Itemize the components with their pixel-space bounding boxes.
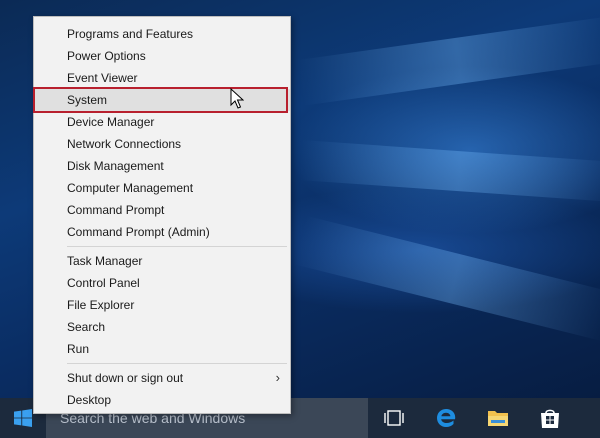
menu-item-disk-management[interactable]: Disk Management — [34, 155, 290, 177]
edge-button[interactable] — [420, 398, 472, 438]
file-explorer-button[interactable] — [472, 398, 524, 438]
menu-item-label: Event Viewer — [67, 71, 138, 85]
menu-separator — [67, 246, 287, 247]
menu-item-computer-management[interactable]: Computer Management — [34, 177, 290, 199]
windows-logo-icon — [14, 409, 32, 427]
menu-item-label: Command Prompt — [67, 203, 165, 217]
menu-item-network-connections[interactable]: Network Connections — [34, 133, 290, 155]
menu-item-label: Computer Management — [67, 181, 194, 195]
menu-item-label: Control Panel — [67, 276, 140, 290]
menu-item-device-manager[interactable]: Device Manager — [34, 111, 290, 133]
store-button[interactable] — [524, 398, 576, 438]
menu-item-power-options[interactable]: Power Options — [34, 45, 290, 67]
menu-item-command-prompt-admin[interactable]: Command Prompt (Admin) — [34, 221, 290, 243]
menu-item-search[interactable]: Search — [34, 316, 290, 338]
file-explorer-icon — [488, 411, 508, 426]
power-user-menu: Programs and Features Power Options Event … — [33, 16, 291, 414]
menu-item-label: Run — [67, 342, 90, 356]
menu-item-system[interactable]: System — [34, 89, 290, 111]
light-ray — [296, 15, 600, 106]
menu-item-label: Shut down or sign out — [67, 371, 184, 385]
menu-separator — [67, 363, 287, 364]
menu-item-event-viewer[interactable]: Event Viewer — [34, 67, 290, 89]
menu-item-label: Programs and Features — [67, 27, 194, 41]
menu-item-file-explorer[interactable]: File Explorer — [34, 294, 290, 316]
menu-item-label: Power Options — [67, 49, 146, 63]
task-view-button[interactable] — [368, 398, 420, 438]
menu-item-label: Disk Management — [67, 159, 164, 173]
menu-item-command-prompt[interactable]: Command Prompt — [34, 199, 290, 221]
menu-item-label: Device Manager — [67, 115, 155, 129]
menu-item-label: Network Connections — [67, 137, 182, 151]
menu-item-label: File Explorer — [67, 298, 135, 312]
store-icon — [541, 409, 559, 428]
edge-icon — [437, 409, 456, 427]
menu-item-programs-and-features[interactable]: Programs and Features — [34, 23, 290, 45]
menu-item-control-panel[interactable]: Control Panel — [34, 272, 290, 294]
menu-item-shut-down-or-sign-out[interactable]: Shut down or sign out › — [34, 367, 290, 389]
menu-item-label: System — [67, 93, 108, 107]
light-ray — [298, 140, 600, 203]
menu-item-label: Desktop — [67, 393, 112, 407]
chevron-right-icon: › — [275, 370, 280, 385]
light-ray — [293, 215, 600, 342]
menu-item-desktop[interactable]: Desktop — [34, 389, 290, 411]
menu-item-task-manager[interactable]: Task Manager — [34, 250, 290, 272]
task-view-icon — [384, 410, 404, 426]
menu-list: Programs and Features Power Options Event … — [34, 17, 290, 411]
mouse-cursor-icon — [230, 88, 244, 109]
menu-item-label: Task Manager — [67, 254, 143, 268]
menu-item-run[interactable]: Run — [34, 338, 290, 360]
menu-item-label: Command Prompt (Admin) — [67, 225, 210, 239]
menu-item-label: Search — [67, 320, 106, 334]
